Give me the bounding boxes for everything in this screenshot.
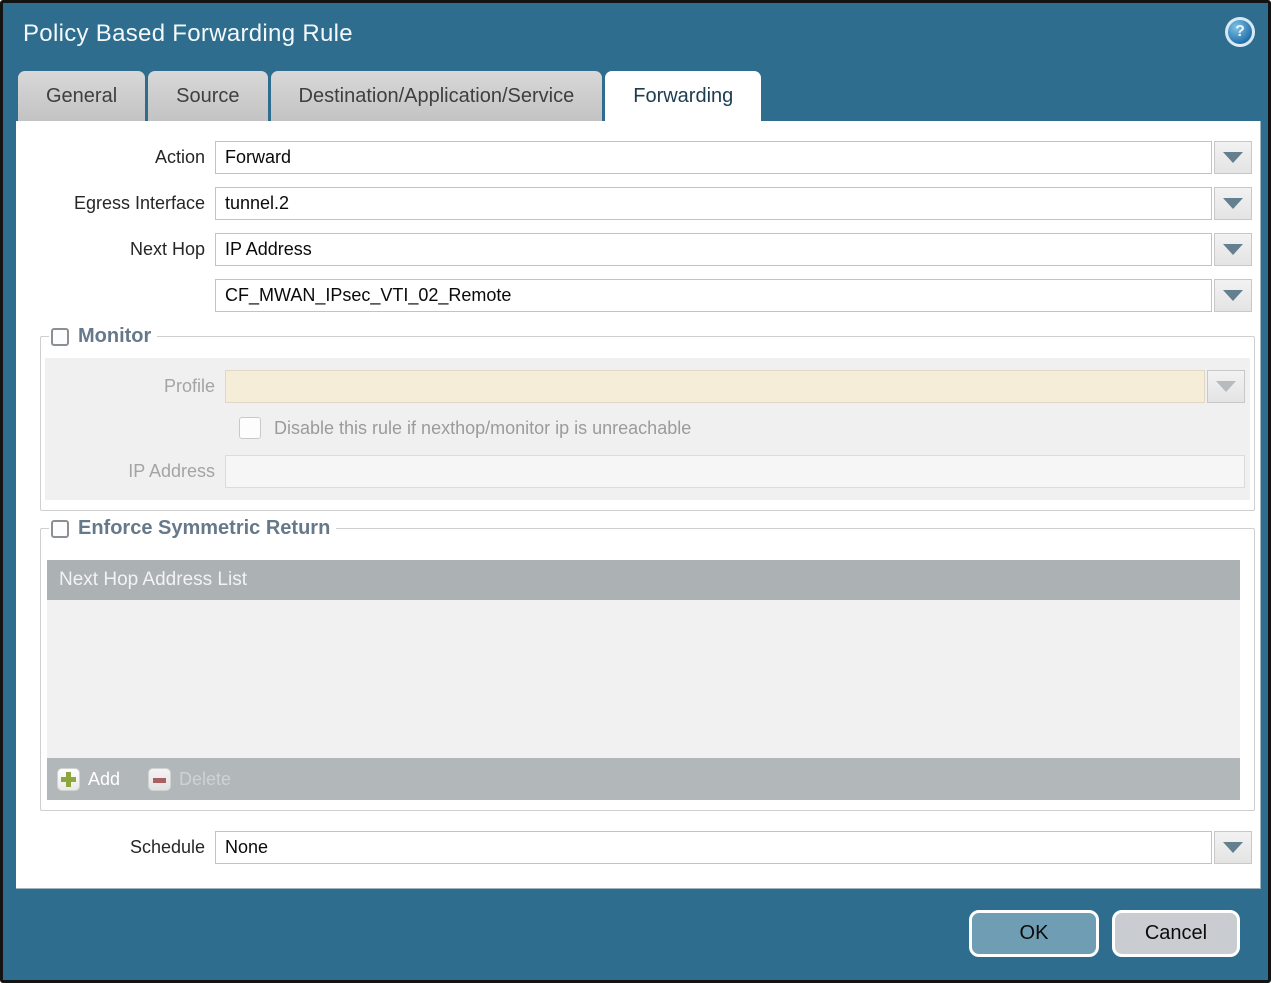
add-button-label: Add (88, 769, 120, 790)
chevron-down-icon (1216, 381, 1236, 392)
enforce-symmetric-return-legend: Enforce Symmetric Return (49, 517, 336, 540)
profile-input (225, 370, 1205, 403)
help-icon[interactable]: ? (1225, 17, 1255, 47)
dialog-title: Policy Based Forwarding Rule (23, 20, 353, 48)
chevron-down-icon (1223, 290, 1243, 301)
next-hop-address-list-body[interactable] (47, 600, 1240, 758)
monitor-panel: Profile Disable this rule if nexthop/mon… (45, 358, 1250, 500)
profile-dropdown-button (1207, 370, 1245, 403)
monitor-ip-address-row: IP Address (45, 455, 1245, 488)
egress-interface-label: Egress Interface (16, 193, 215, 214)
action-dropdown-button[interactable] (1214, 141, 1252, 174)
next-hop-address-list-toolbar: Add Delete (47, 758, 1240, 800)
chevron-down-icon (1223, 842, 1243, 853)
schedule-label: Schedule (16, 837, 215, 858)
action-row: Action (16, 141, 1252, 174)
next-hop-address-row (16, 279, 1252, 312)
monitor-legend: Monitor (49, 325, 157, 348)
delete-button-label: Delete (179, 769, 231, 790)
egress-interface-row: Egress Interface (16, 187, 1252, 220)
cancel-button[interactable]: Cancel (1112, 910, 1240, 957)
add-button[interactable]: Add (57, 768, 120, 791)
chevron-down-icon (1223, 152, 1243, 163)
ok-button[interactable]: OK (969, 910, 1099, 957)
next-hop-label: Next Hop (16, 239, 215, 260)
next-hop-address-list-header: Next Hop Address List (47, 560, 1240, 600)
chevron-down-icon (1223, 198, 1243, 209)
delete-button: Delete (148, 768, 231, 791)
next-hop-type-dropdown-button[interactable] (1214, 233, 1252, 266)
tab-destination-application-service[interactable]: Destination/Application/Service (271, 71, 603, 121)
egress-interface-input[interactable] (215, 187, 1212, 220)
next-hop-address-input[interactable] (215, 279, 1212, 312)
enforce-symmetric-return-checkbox[interactable] (51, 520, 69, 538)
next-hop-row: Next Hop (16, 233, 1252, 266)
next-hop-type-input[interactable] (215, 233, 1212, 266)
tab-general[interactable]: General (18, 71, 145, 121)
profile-row: Profile (45, 370, 1245, 403)
disable-rule-label: Disable this rule if nexthop/monitor ip … (274, 418, 691, 439)
next-hop-address-dropdown-button[interactable] (1214, 279, 1252, 312)
tab-source[interactable]: Source (148, 71, 267, 121)
action-input[interactable] (215, 141, 1212, 174)
tab-bar: General Source Destination/Application/S… (18, 71, 761, 121)
policy-based-forwarding-rule-dialog: Policy Based Forwarding Rule ? General S… (0, 0, 1271, 983)
dialog-footer: OK Cancel (969, 910, 1240, 957)
plus-icon (57, 768, 80, 791)
monitor-ip-address-input (225, 455, 1245, 488)
action-label: Action (16, 147, 215, 168)
monitor-checkbox[interactable] (51, 328, 69, 346)
egress-interface-dropdown-button[interactable] (1214, 187, 1252, 220)
disable-rule-row: Disable this rule if nexthop/monitor ip … (239, 417, 1250, 439)
chevron-down-icon (1223, 244, 1243, 255)
minus-icon (148, 768, 171, 791)
schedule-input[interactable] (215, 831, 1212, 864)
forwarding-tab-panel: Action Egress Interface Next Hop (16, 121, 1261, 889)
schedule-row: Schedule (16, 831, 1252, 864)
enforce-symmetric-return-legend-label: Enforce Symmetric Return (78, 517, 330, 540)
disable-rule-checkbox (239, 417, 261, 439)
tab-forwarding[interactable]: Forwarding (605, 71, 761, 122)
monitor-section: Monitor Profile Disable this rule if nex… (40, 325, 1255, 511)
monitor-ip-address-label: IP Address (45, 461, 225, 482)
profile-label: Profile (45, 376, 225, 397)
monitor-legend-label: Monitor (78, 325, 151, 348)
next-hop-address-list-table: Next Hop Address List Add Delete (47, 560, 1240, 800)
schedule-dropdown-button[interactable] (1214, 831, 1252, 864)
enforce-symmetric-return-section: Enforce Symmetric Return Next Hop Addres… (40, 517, 1255, 811)
